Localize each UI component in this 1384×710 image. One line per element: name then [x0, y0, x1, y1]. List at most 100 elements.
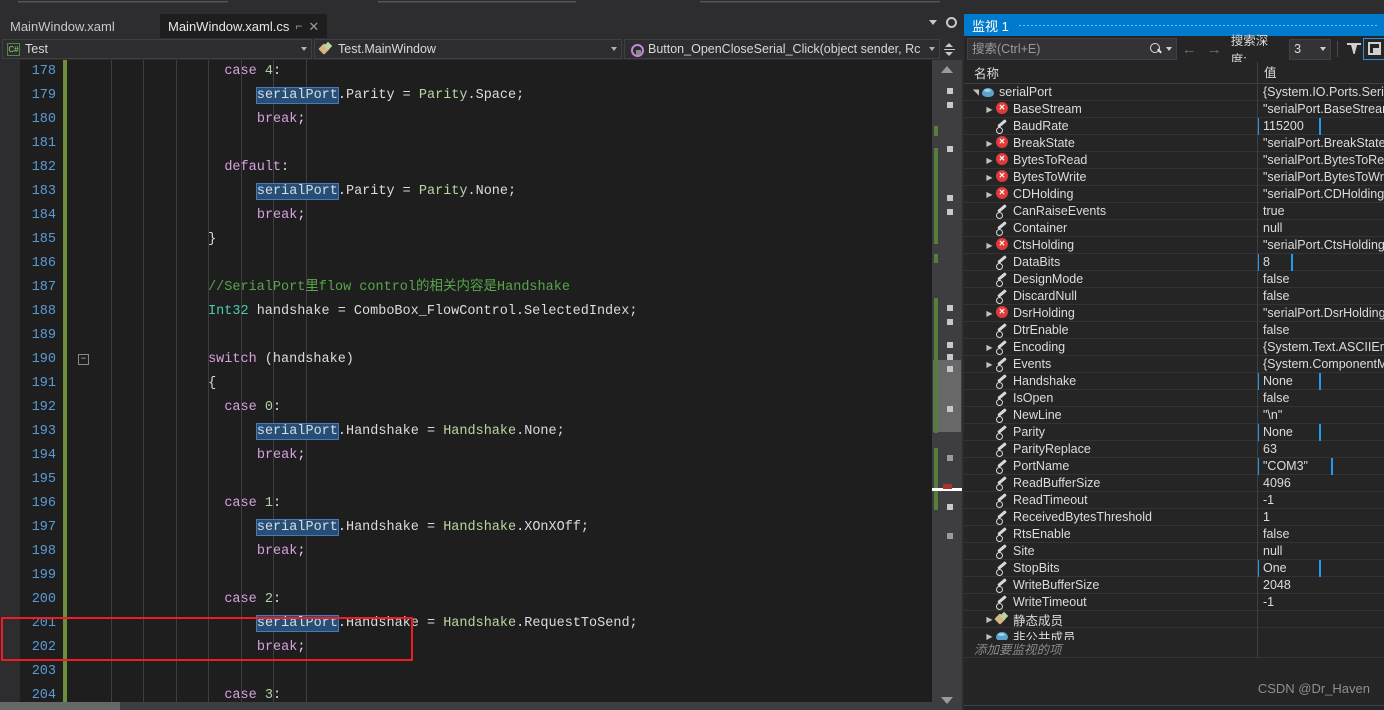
watch-row-value-cell[interactable]: null	[1257, 542, 1384, 560]
watch-row-name-cell[interactable]: NewLine	[964, 407, 1257, 424]
tab-mainwindow-xaml-cs[interactable]: MainWindow.xaml.cs ⌐ ✕	[160, 14, 328, 38]
search-next-button[interactable]: →	[1202, 41, 1227, 58]
expander-triangle-icon[interactable]: ▶	[984, 105, 995, 114]
watch-row-value-cell[interactable]: {System.ComponentM	[1257, 355, 1384, 373]
watch-row[interactable]: ▶ CDHolding "serialPort.CDHolding"	[964, 185, 1384, 203]
fold-toggle-icon[interactable]: −	[78, 354, 89, 365]
watch-row[interactable]: ◢ serialPort {System.IO.Ports.Serial	[964, 84, 1384, 101]
watch-row-value-cell[interactable]: "serialPort.BytesToRea	[1257, 151, 1384, 169]
watch-row[interactable]: Site null	[964, 542, 1384, 560]
watch-row[interactable]: ▶ BaseStream "serialPort.BaseStream	[964, 100, 1384, 118]
watch-row-value-cell[interactable]: 8	[1257, 253, 1384, 271]
watch-row-value-cell[interactable]: 63	[1257, 440, 1384, 458]
pin-icon[interactable]: ⌐	[295, 20, 302, 32]
watch-row-value-cell[interactable]: {System.IO.Ports.Serial	[1257, 84, 1384, 101]
watch-row-value-cell[interactable]: None	[1257, 372, 1384, 390]
watch-row[interactable]: NewLine "\n"	[964, 406, 1384, 424]
code-line[interactable]: 189	[0, 324, 932, 348]
watch-row[interactable]: DtrEnable false	[964, 321, 1384, 339]
code-line[interactable]: 183 serialPort.Parity = Parity.None;	[0, 180, 932, 204]
watch-add-item-row[interactable]: 添加要监视的项	[964, 639, 1384, 658]
watch-row[interactable]: DiscardNull false	[964, 287, 1384, 305]
watch-row-value-cell[interactable]: "serialPort.BreakState"	[1257, 134, 1384, 152]
search-icon[interactable]	[1149, 43, 1162, 55]
search-prev-button[interactable]: ←	[1177, 41, 1202, 58]
watch-row[interactable]: ▶ BytesToRead "serialPort.BytesToRea	[964, 151, 1384, 169]
watch-row-name-cell[interactable]: ▶ 静态成员	[964, 611, 1257, 628]
watch-row-name-cell[interactable]: ▶ Events	[964, 356, 1257, 373]
watch-row[interactable]: ▶ 静态成员	[964, 610, 1384, 628]
editor-horizontal-scrollbar[interactable]	[0, 702, 932, 710]
chevron-down-icon[interactable]	[929, 20, 937, 25]
watch-row-value-cell[interactable]: false	[1257, 287, 1384, 305]
watch-row-name-cell[interactable]: StopBits	[964, 560, 1257, 577]
watch-row-name-cell[interactable]: ▶ BreakState	[964, 135, 1257, 152]
watch-row[interactable]: ▶ Encoding {System.Text.ASCIIEnc	[964, 338, 1384, 356]
watch-row[interactable]: ▶ CtsHolding "serialPort.CtsHolding	[964, 236, 1384, 254]
watch-row-name-cell[interactable]: WriteTimeout	[964, 594, 1257, 611]
search-depth-dropdown[interactable]: 3	[1289, 38, 1332, 60]
watch-row-value-cell[interactable]	[1257, 627, 1384, 640]
expander-triangle-icon[interactable]: ▶	[984, 190, 995, 199]
close-icon[interactable]: ✕	[308, 20, 319, 33]
watch-row[interactable]: DataBits 8	[964, 253, 1384, 271]
watch-row[interactable]: RtsEnable false	[964, 525, 1384, 543]
watch-row[interactable]: StopBits One	[964, 559, 1384, 577]
code-line[interactable]: 200 case 2:	[0, 588, 932, 612]
code-line[interactable]: 199	[0, 564, 932, 588]
watch-row-name-cell[interactable]: ▶ CDHolding	[964, 186, 1257, 203]
watch-row-name-cell[interactable]: ◢ serialPort	[964, 84, 1257, 101]
code-line[interactable]: 180 break;	[0, 108, 932, 132]
expander-triangle-icon[interactable]: ◢	[971, 87, 980, 98]
watch-row-value-cell[interactable]: "\n"	[1257, 406, 1384, 424]
watch-row-name-cell[interactable]: Container	[964, 220, 1257, 237]
watch-row[interactable]: ▶ DsrHolding "serialPort.DsrHolding	[964, 304, 1384, 322]
watch-row-value-cell[interactable]: 115200	[1257, 117, 1384, 135]
code-line[interactable]: 188 Int32 handshake = ComboBox_FlowContro…	[0, 300, 932, 324]
watch-row[interactable]: IsOpen false	[964, 389, 1384, 407]
watch-row-value-cell[interactable]: false	[1257, 270, 1384, 288]
watch-row-value-cell[interactable]: 1	[1257, 508, 1384, 526]
watch-row-name-cell[interactable]: ▶ CtsHolding	[964, 237, 1257, 254]
watch-row-name-cell[interactable]: ReadTimeout	[964, 492, 1257, 509]
watch-row[interactable]: CanRaiseEvents true	[964, 202, 1384, 220]
watch-row-value-cell[interactable]: null	[1257, 219, 1384, 237]
expander-triangle-icon[interactable]: ▶	[984, 360, 995, 369]
expander-triangle-icon[interactable]: ▶	[984, 309, 995, 318]
watch-row-name-cell[interactable]: ▶ Encoding	[964, 339, 1257, 356]
chevron-down-icon[interactable]	[1165, 47, 1172, 51]
scroll-down-arrow-icon[interactable]	[941, 697, 953, 704]
watch-row-name-cell[interactable]: Handshake	[964, 373, 1257, 390]
code-line[interactable]: 190 − switch (handshake)	[0, 348, 932, 372]
watch-row-value-cell[interactable]: -1	[1257, 593, 1384, 611]
expander-triangle-icon[interactable]: ▶	[984, 139, 995, 148]
watch-row-name-cell[interactable]: DataBits	[964, 254, 1257, 271]
scroll-up-arrow-icon[interactable]	[941, 66, 953, 73]
code-line[interactable]: 185}	[0, 228, 932, 252]
watch-row-value-cell[interactable]: None	[1257, 423, 1384, 441]
code-line[interactable]: 182 default:	[0, 156, 932, 180]
watch-row-value-cell[interactable]: false	[1257, 525, 1384, 543]
watch-row[interactable]: ReadTimeout -1	[964, 491, 1384, 509]
watch-row-value-cell[interactable]: "serialPort.BytesToWrit	[1257, 168, 1384, 186]
watch-row-name-cell[interactable]: DesignMode	[964, 271, 1257, 288]
code-line[interactable]: 194 break;	[0, 444, 932, 468]
watch-search-box[interactable]	[967, 38, 1177, 60]
watch-variable-list[interactable]: ◢ serialPort {System.IO.Ports.Serial ▶ BaseS…	[964, 84, 1384, 640]
watch-row-value-cell[interactable]: "COM3"	[1257, 457, 1384, 475]
navbar-project-dropdown[interactable]: C# Test	[2, 39, 312, 59]
watch-row-value-cell[interactable]: true	[1257, 202, 1384, 220]
tab-mainwindow-xaml[interactable]: MainWindow.xaml	[2, 14, 123, 38]
watch-row-value-cell[interactable]: -1	[1257, 491, 1384, 509]
watch-row-name-cell[interactable]: CanRaiseEvents	[964, 203, 1257, 220]
watch-row-value-cell[interactable]: 2048	[1257, 576, 1384, 594]
watch-row-value-cell[interactable]: "serialPort.CtsHolding	[1257, 236, 1384, 254]
navbar-type-dropdown[interactable]: Test.MainWindow	[314, 39, 622, 59]
watch-row-value-cell[interactable]	[1257, 610, 1384, 628]
watch-row[interactable]: DesignMode false	[964, 270, 1384, 288]
code-line[interactable]: 191 {	[0, 372, 932, 396]
watch-row[interactable]: ReadBufferSize 4096	[964, 474, 1384, 492]
column-header-name[interactable]: 名称	[964, 63, 1257, 82]
watch-row-name-cell[interactable]: ▶ DsrHolding	[964, 305, 1257, 322]
navbar-member-dropdown[interactable]: Button_OpenCloseSerial_Click(object send…	[624, 39, 940, 59]
